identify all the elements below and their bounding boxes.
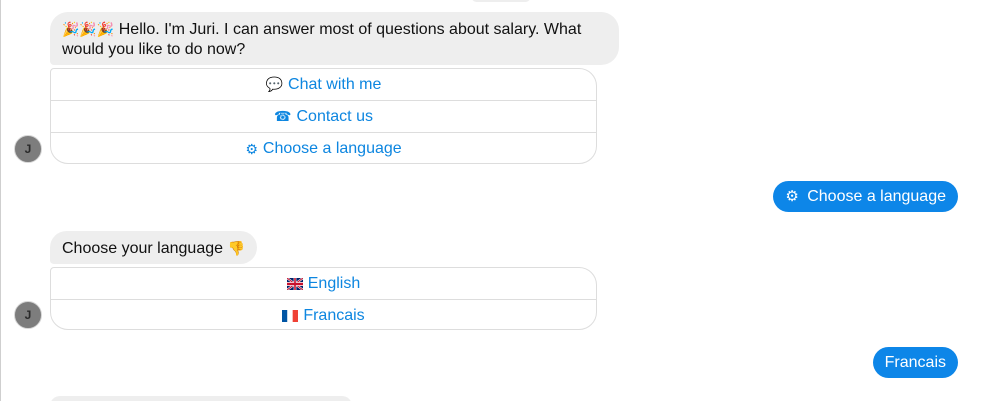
choose-language-label: Choose a language xyxy=(262,140,402,157)
quick-replies-language: English Francais xyxy=(50,267,597,330)
bot-avatar: J xyxy=(14,301,42,329)
contact-us-label: Contact us xyxy=(296,107,373,125)
bot-message-text: Choose your language xyxy=(62,240,224,257)
speech-bubble-icon: 💬 xyxy=(265,76,284,92)
fr-flag-icon xyxy=(282,310,299,322)
uk-flag-icon xyxy=(286,277,303,290)
thumbs-down-icon: 👎 xyxy=(227,240,245,256)
user-message-francais: Francais xyxy=(872,347,958,378)
previous-message-edge xyxy=(471,0,531,2)
next-message-edge xyxy=(50,396,352,401)
user-message-text: Francais xyxy=(884,354,946,371)
user-message-choose-language: ⚙ Choose a language xyxy=(773,181,958,212)
quick-replies-intro: 💬 Chat with me ☎ Contact us ⚙ Choose a l… xyxy=(50,68,597,164)
francais-label: Francais xyxy=(303,307,365,324)
bot-avatar: J xyxy=(14,135,42,163)
francais-button[interactable]: Francais xyxy=(51,300,596,329)
phone-icon: ☎ xyxy=(274,108,292,124)
user-message-text: Choose a language xyxy=(807,188,946,205)
choose-language-button[interactable]: ⚙ Choose a language xyxy=(51,133,596,163)
bot-message-language-prompt: Choose your language 👎 xyxy=(50,231,257,264)
gear-icon: ⚙ xyxy=(785,188,799,205)
bot-message-intro: 🎉🎉🎉 Hello. I'm Juri. I can answer most o… xyxy=(50,12,619,65)
contact-us-button[interactable]: ☎ Contact us xyxy=(51,101,596,133)
gear-icon: ⚙ xyxy=(245,140,258,157)
chat-with-me-label: Chat with me xyxy=(288,75,382,93)
english-label: English xyxy=(307,274,361,292)
english-button[interactable]: English xyxy=(51,268,596,300)
bot-message-text: Hello. I'm Juri. I can answer most of qu… xyxy=(62,21,582,58)
chat-window: 🎉🎉🎉 Hello. I'm Juri. I can answer most o… xyxy=(0,0,1000,401)
party-popper-icon: 🎉🎉🎉 xyxy=(62,21,115,37)
chat-with-me-button[interactable]: 💬 Chat with me xyxy=(51,69,596,101)
